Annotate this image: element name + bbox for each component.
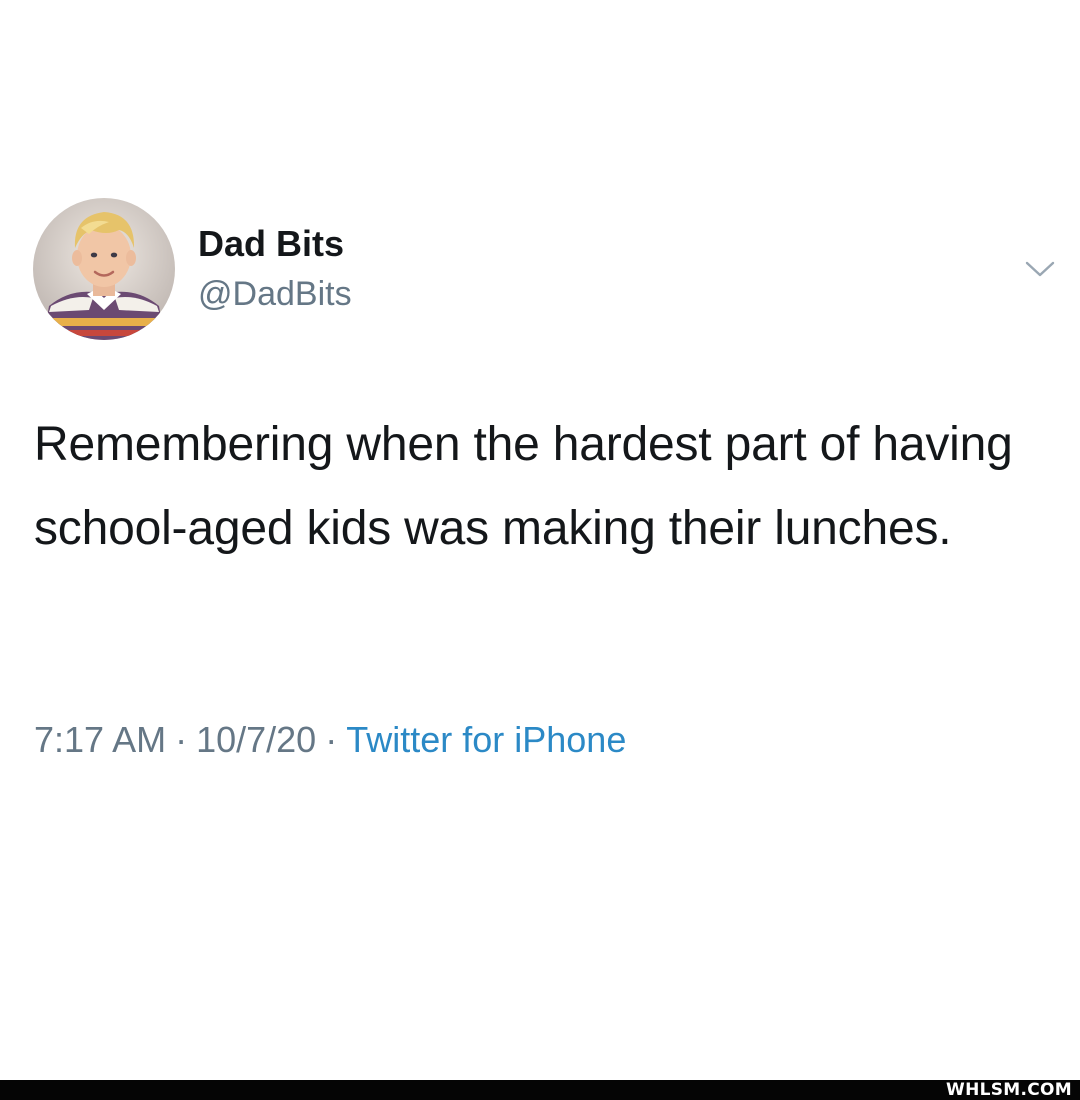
tweet-text: Remembering when the hardest part of hav… xyxy=(34,418,1013,555)
footer-bar: WHLSM.COM xyxy=(0,1080,1080,1100)
author-avatar[interactable] xyxy=(33,198,175,340)
meta-separator: · xyxy=(325,719,338,760)
author-display-name[interactable]: Dad Bits xyxy=(198,222,352,266)
tweet-menu-button[interactable] xyxy=(1020,254,1060,284)
avatar-photo xyxy=(33,198,175,340)
watermark: WHLSM.COM xyxy=(946,1080,1072,1100)
author-info: Dad Bits @DadBits xyxy=(198,222,352,316)
tweet-time: 7:17 AM xyxy=(34,719,167,760)
tweet-card: Dad Bits @DadBits Remembering when the h… xyxy=(0,0,1080,1080)
tweet-date: 10/7/20 xyxy=(196,719,317,760)
chevron-down-icon xyxy=(1025,261,1055,277)
meta-separator: · xyxy=(175,719,188,760)
tweet-source-link[interactable]: Twitter for iPhone xyxy=(346,719,626,760)
tweet-meta: 7:17 AM · 10/7/20 · Twitter for iPhone xyxy=(34,716,626,764)
author-handle[interactable]: @DadBits xyxy=(198,272,352,316)
